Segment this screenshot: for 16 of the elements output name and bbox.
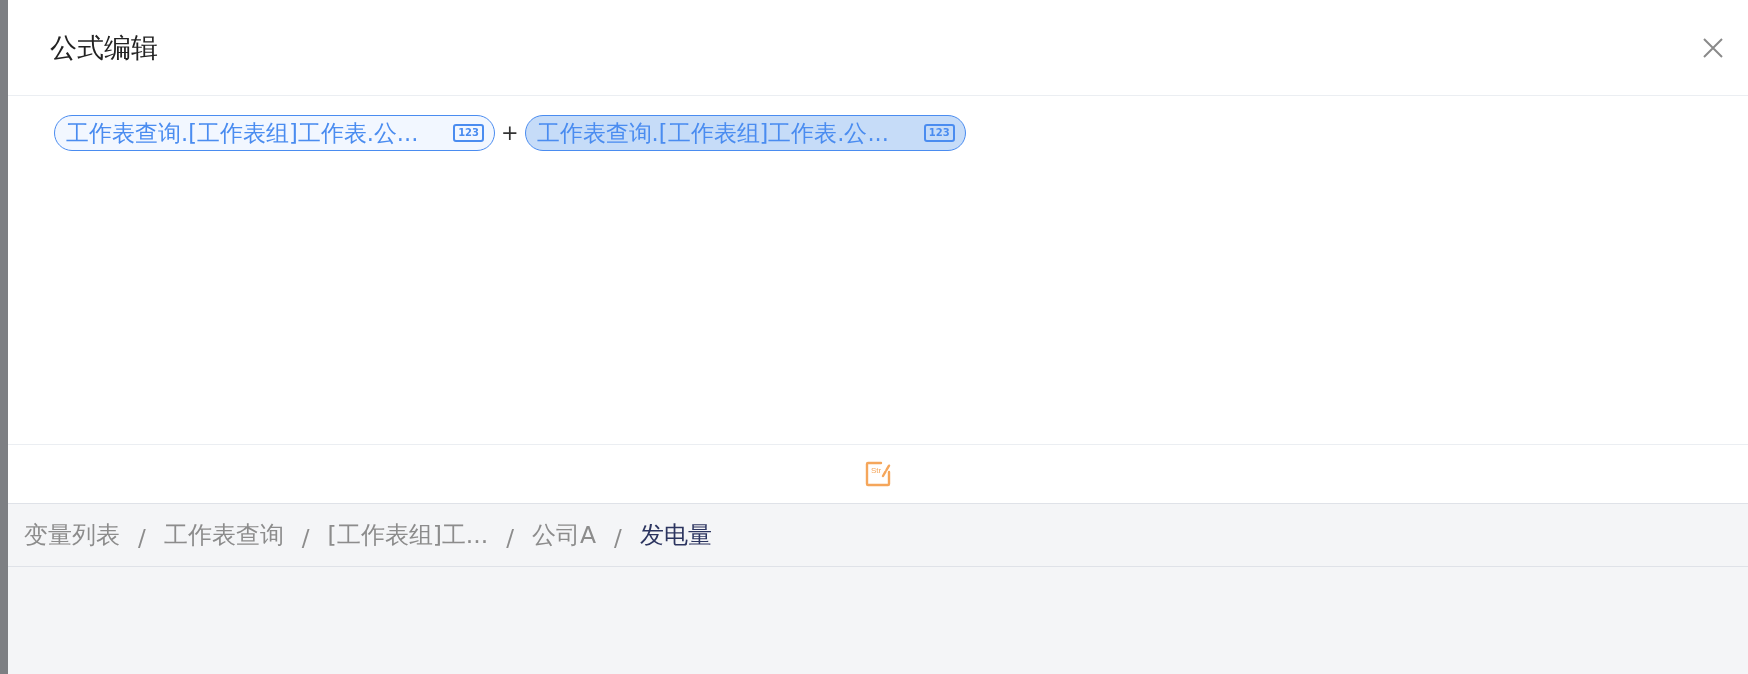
number-type-icon: 123 [453,124,484,142]
breadcrumb-separator: / [138,525,146,551]
operator: + [501,120,519,147]
variable-token[interactable]: 工作表查询.[工作表组]工作表.公... 123 [524,115,966,151]
breadcrumb-item[interactable]: [工作表组]工... [327,519,489,551]
breadcrumb-item[interactable]: 发电量 [639,519,712,551]
breadcrumb-item[interactable]: 公司A [532,519,597,551]
number-type-icon: 123 [923,124,955,142]
dialog-title: 公式编辑 [50,30,158,65]
breadcrumb-separator: / [506,525,514,551]
breadcrumb-separator: / [614,525,622,551]
breadcrumb-separator: / [301,525,310,551]
breadcrumb-item[interactable]: 变量列表 [24,519,120,551]
breadcrumb-item[interactable]: 工作表查询 [163,519,284,551]
variable-token[interactable]: 工作表查询.[工作表组]工作表.公... 123 [54,115,495,151]
close-icon[interactable] [1702,36,1724,59]
